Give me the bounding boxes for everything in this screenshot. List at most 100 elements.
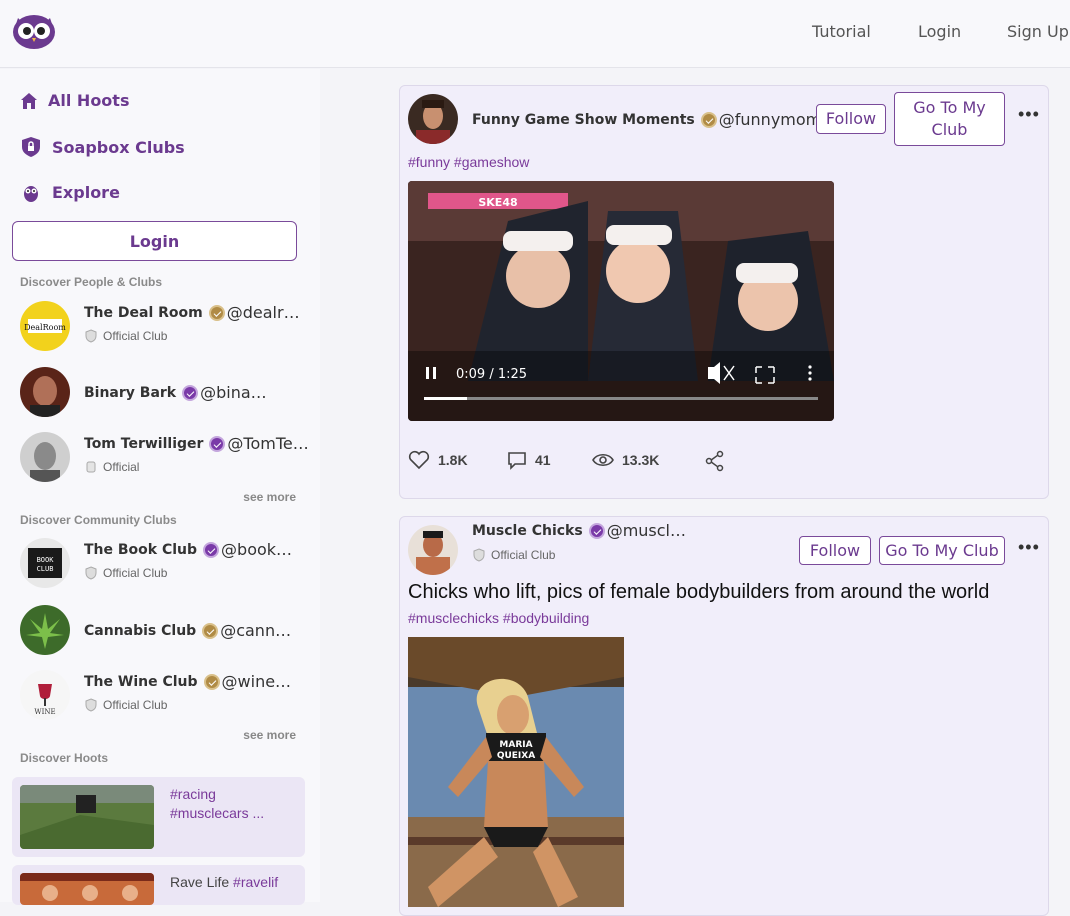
hoot-post: Muscle Chicks @muscl… Official Club Foll… [399, 516, 1049, 916]
see-more-people-link[interactable]: see more [243, 490, 296, 504]
shield-icon [22, 137, 40, 157]
like-stat[interactable]: 1.8K [408, 450, 468, 470]
account-handle: @dealr… [226, 303, 300, 322]
more-options-icon[interactable]: ••• [1018, 104, 1040, 125]
video-time: 0:09 / 1:25 [456, 367, 527, 382]
verified-badge-icon [203, 673, 220, 690]
account-handle: @TomTe… [227, 434, 309, 453]
club-type: Official Club [84, 698, 167, 712]
post-author-type: Official Club [472, 548, 555, 562]
hoot-thumbnail [20, 785, 154, 849]
verified-badge-icon [208, 304, 225, 321]
nav-explore-label: Explore [52, 182, 120, 202]
nav-soapbox-clubs[interactable]: Soapbox Clubs [20, 136, 185, 158]
hoot-thumbnail [20, 873, 154, 905]
avatar [20, 367, 70, 417]
suggested-account[interactable]: Tom Terwilliger @TomTe… Official [20, 432, 309, 484]
hoot-hashtags: #racing #musclecars ... [170, 786, 265, 821]
account-name: Binary Bark @bina… [84, 383, 267, 402]
suggested-club[interactable]: BOOK CLUB The Book Club @book… Official C… [20, 538, 305, 590]
verified-badge-icon [182, 384, 199, 401]
verified-badge-icon [202, 622, 219, 639]
verified-badge-icon [700, 111, 717, 128]
suggested-account[interactable]: DealRoom The Deal Room @dealr… Official … [20, 301, 305, 353]
comment-icon [508, 452, 526, 470]
club-handle: @book… [221, 540, 293, 559]
suggested-club[interactable]: Cannabis Club @cann… [20, 605, 305, 657]
go-to-club-button[interactable]: Go To My Club [894, 92, 1005, 146]
avatar [20, 605, 70, 655]
club-type-text: Official Club [103, 566, 168, 580]
discover-people-title: Discover People & Clubs [20, 275, 163, 289]
video-player[interactable]: SKE48 0:09 / 1:25 [408, 181, 834, 421]
official-icon [86, 461, 96, 473]
top-bar: Tutorial Login Sign Up [0, 0, 1070, 68]
view-count: 13.3K [622, 452, 660, 468]
hoot-post: Funny Game Show Moments @funnymom… Follo… [399, 85, 1049, 499]
club-handle: @cann… [220, 621, 292, 640]
video-progress-fill[interactable] [424, 397, 467, 400]
sidebar: All Hoots Soapbox Clubs Explore Login Di… [0, 69, 320, 905]
nav-soapbox-clubs-label: Soapbox Clubs [52, 137, 185, 157]
svg-text:WINE: WINE [34, 708, 55, 716]
post-author-name: Muscle Chicks [472, 522, 583, 539]
svg-text:DealRoom: DealRoom [24, 323, 66, 332]
hoot-hashtags: #ravelif [233, 874, 279, 890]
post-image[interactable]: MARIA QUEIXA [408, 637, 624, 907]
verified-badge-icon [209, 435, 226, 452]
suggested-club[interactable]: WINE The Wine Club @wine… Official Club [20, 670, 305, 722]
share-button[interactable] [704, 450, 734, 472]
discover-hoot-card[interactable]: Rave Life #ravelif [12, 865, 305, 905]
avatar[interactable] [408, 525, 458, 575]
post-author[interactable]: Muscle Chicks @muscl… [472, 521, 686, 540]
comment-stat[interactable]: 41 [507, 450, 551, 470]
avatar[interactable] [408, 94, 458, 144]
club-handle: @wine… [221, 672, 292, 691]
comment-count: 41 [535, 452, 551, 468]
tutorial-link[interactable]: Tutorial [812, 22, 871, 41]
svg-text:QUEIXA: QUEIXA [497, 751, 535, 761]
view-stat: 13.3K [592, 450, 659, 470]
club-name: The Book Club @book… [84, 540, 292, 559]
official-club-icon [473, 548, 485, 562]
suggested-account[interactable]: Binary Bark @bina… [20, 367, 305, 419]
club-name-text: Cannabis Club [84, 622, 197, 639]
login-link[interactable]: Login [918, 22, 961, 41]
share-icon [705, 450, 724, 472]
post-author[interactable]: Funny Game Show Moments @funnymom… [472, 110, 837, 129]
official-club-icon [85, 698, 97, 712]
svg-text:MARIA: MARIA [499, 740, 532, 750]
discover-hoot-card[interactable]: #racing #musclecars ... [12, 777, 305, 857]
account-name-text: The Deal Room [84, 304, 203, 321]
avatar [20, 432, 70, 482]
video-frame: SKE48 0:09 / 1:25 [408, 181, 834, 421]
sidebar-login-button[interactable]: Login [12, 221, 297, 261]
post-text: Chicks who lift, pics of female bodybuil… [408, 581, 990, 603]
see-more-clubs-link[interactable]: see more [243, 728, 296, 742]
post-author-name: Funny Game Show Moments [472, 111, 695, 128]
verified-badge-icon [588, 522, 605, 539]
nav-explore[interactable]: Explore [20, 181, 120, 203]
account-handle: @bina… [200, 383, 267, 402]
nav-all-hoots[interactable]: All Hoots [20, 91, 129, 110]
follow-button[interactable]: Follow [816, 104, 886, 134]
eye-icon [592, 453, 614, 467]
more-options-icon[interactable]: ••• [1018, 537, 1040, 558]
home-icon [21, 92, 37, 109]
owl-logo-icon[interactable] [12, 12, 56, 50]
club-type-text: Official Club [103, 698, 168, 712]
account-name: Tom Terwilliger @TomTe… [84, 434, 309, 453]
post-hashtags[interactable]: #funny #gameshow [408, 154, 529, 170]
post-hashtags[interactable]: #musclechicks #bodybuilding [408, 610, 589, 626]
account-type-text: Official Club [103, 329, 168, 343]
follow-button[interactable]: Follow [799, 536, 871, 565]
verified-badge-icon [203, 541, 220, 558]
nav-all-hoots-label: All Hoots [48, 91, 130, 110]
avatar: DealRoom [20, 301, 70, 351]
account-type: Official [84, 460, 139, 474]
club-type: Official Club [84, 566, 167, 580]
go-to-club-button[interactable]: Go To My Club [879, 536, 1005, 565]
official-club-icon [85, 329, 97, 343]
signup-link[interactable]: Sign Up [1007, 22, 1069, 41]
account-type-text: Official [103, 460, 140, 474]
